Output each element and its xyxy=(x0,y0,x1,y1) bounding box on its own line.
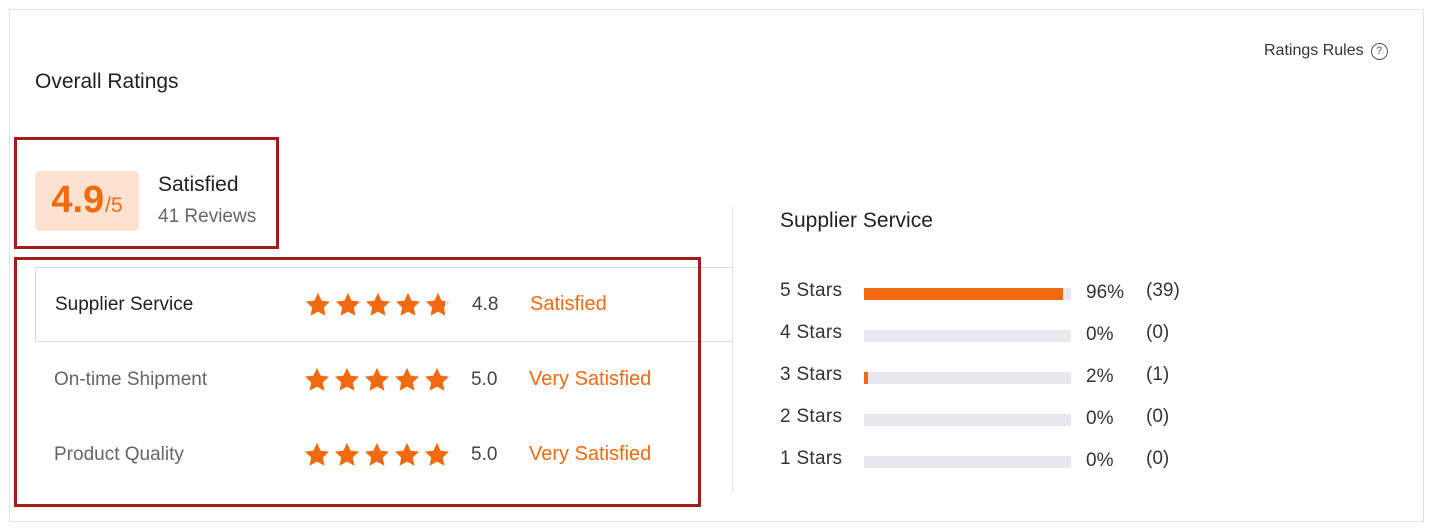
category-score: 5.0 xyxy=(471,443,498,465)
distribution-count: (0) xyxy=(1146,322,1170,343)
distribution-label: 4 Stars xyxy=(780,322,843,343)
distribution-percent: 0% xyxy=(1086,324,1114,345)
star-icon xyxy=(304,367,330,391)
category-label: On-time Shipment xyxy=(54,368,208,390)
overall-score-max: /5 xyxy=(105,194,123,217)
star-icon xyxy=(364,442,390,466)
distribution-row-1-stars: 1 Stars 0% (0) xyxy=(780,448,1200,472)
star-icon xyxy=(304,442,330,466)
star-rating xyxy=(303,441,451,469)
category-score: 4.8 xyxy=(472,293,499,315)
distribution-count: (0) xyxy=(1146,448,1170,469)
star-rating xyxy=(304,291,452,319)
star-icon xyxy=(334,367,360,391)
distribution-label: 3 Stars xyxy=(780,364,843,385)
detail-title: Supplier Service xyxy=(780,209,933,232)
distribution-percent: 0% xyxy=(1086,450,1114,471)
category-label: Product Quality xyxy=(54,443,184,465)
question-circle-icon: ? xyxy=(1370,42,1388,60)
distribution-percent: 0% xyxy=(1086,408,1114,429)
distribution-bar-track xyxy=(864,330,1071,342)
ratings-rules-link[interactable]: Ratings Rules ? xyxy=(1264,40,1388,62)
star-rating xyxy=(303,366,451,394)
star-icon xyxy=(424,367,450,391)
category-verdict: Very Satisfied xyxy=(529,443,652,465)
category-row-supplier-service[interactable]: Supplier Service 4.8 Satisfied xyxy=(35,267,733,342)
star-icon xyxy=(424,442,450,466)
star-icon xyxy=(395,292,421,316)
distribution-bar-fill xyxy=(864,372,869,384)
star-icon xyxy=(335,292,361,316)
distribution-row-5-stars: 5 Stars 96% (39) xyxy=(780,280,1200,304)
distribution-bar-fill xyxy=(864,288,1063,300)
category-row-on-time-shipment[interactable]: On-time Shipment 5.0 Very Satisfied xyxy=(35,342,733,417)
star-icon xyxy=(305,292,331,316)
distribution-label: 1 Stars xyxy=(780,448,843,469)
ratings-rules-label: Ratings Rules xyxy=(1264,42,1364,59)
distribution-count: (39) xyxy=(1146,280,1180,301)
distribution-percent: 96% xyxy=(1086,282,1125,303)
star-icon xyxy=(364,367,390,391)
distribution-bar-track xyxy=(864,456,1071,468)
page-title: Overall Ratings xyxy=(35,70,179,93)
distribution-label: 5 Stars xyxy=(780,280,843,301)
category-verdict: Very Satisfied xyxy=(529,368,652,390)
distribution-label: 2 Stars xyxy=(780,406,843,427)
distribution-bar-track xyxy=(864,288,1071,300)
overall-satisfaction-label: Satisfied xyxy=(158,173,239,196)
star-icon xyxy=(394,367,420,391)
category-label: Supplier Service xyxy=(55,293,194,315)
distribution-row-2-stars: 2 Stars 0% (0) xyxy=(780,406,1200,430)
distribution-row-3-stars: 3 Stars 2% (1) xyxy=(780,364,1200,388)
review-count: 41 Reviews xyxy=(158,206,257,227)
star-icon xyxy=(334,442,360,466)
distribution-bar-track xyxy=(864,372,1071,384)
overall-score-badge: 4.9 /5 xyxy=(35,171,139,231)
star-icon xyxy=(394,442,420,466)
overall-score-value: 4.9 xyxy=(51,179,105,221)
star-icon xyxy=(365,292,391,316)
category-score: 5.0 xyxy=(471,368,498,390)
distribution-count: (0) xyxy=(1146,406,1170,427)
distribution-row-4-stars: 4 Stars 0% (0) xyxy=(780,322,1200,346)
distribution-count: (1) xyxy=(1146,364,1170,385)
distribution-bar-track xyxy=(864,414,1071,426)
category-row-product-quality[interactable]: Product Quality 5.0 Very Satisfied xyxy=(35,417,733,492)
distribution-percent: 2% xyxy=(1086,366,1114,387)
category-verdict: Satisfied xyxy=(530,293,607,315)
section-divider xyxy=(732,207,733,492)
star-icon xyxy=(425,292,451,316)
